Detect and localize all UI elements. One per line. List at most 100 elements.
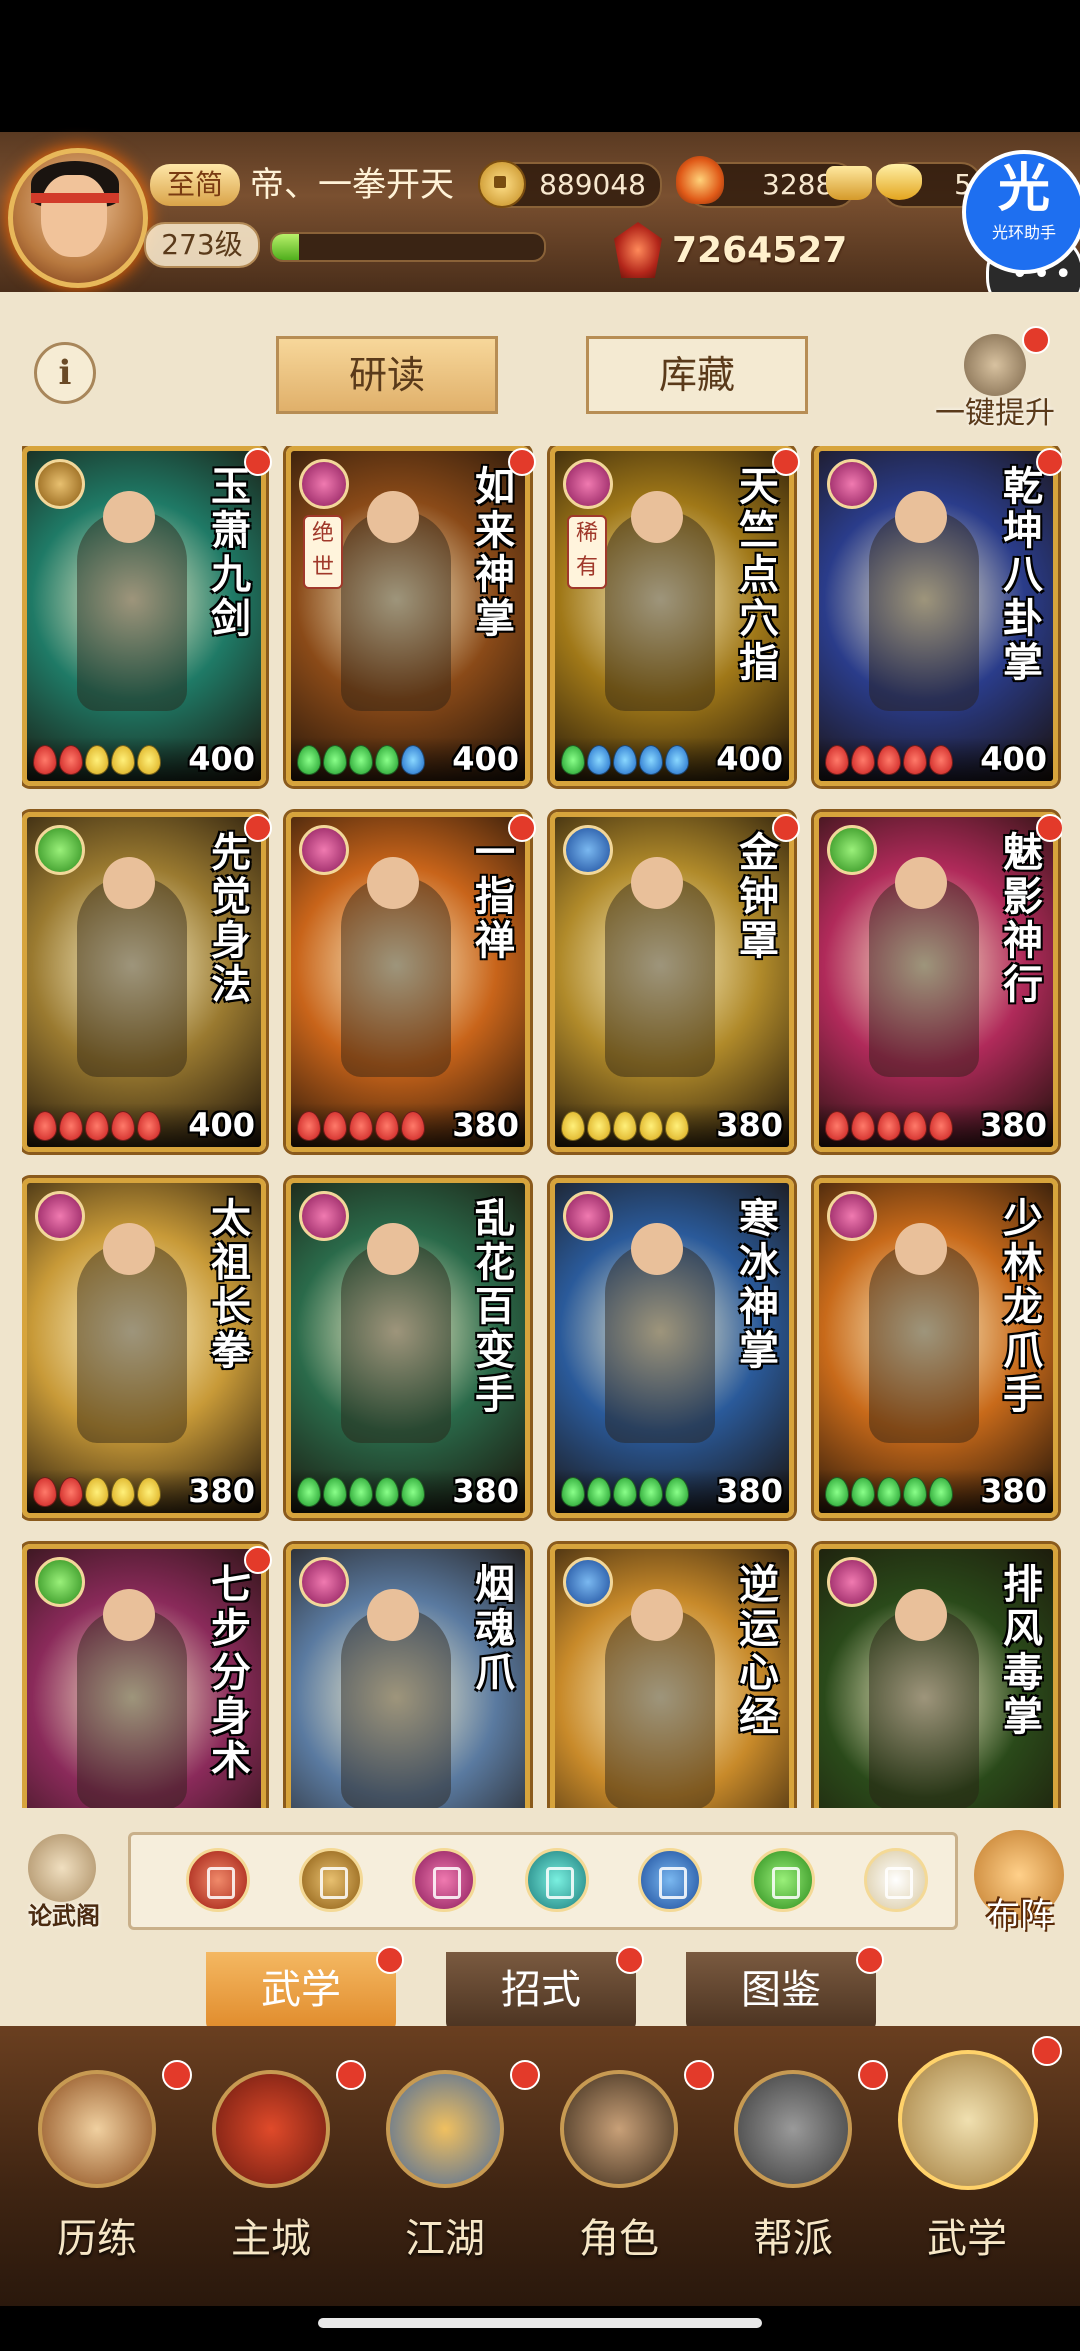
- skill-card[interactable]: 烟魂爪: [286, 1544, 530, 1808]
- bead-icon: [401, 1111, 425, 1141]
- bead-icon: [297, 745, 321, 775]
- notification-dot: [1032, 2036, 1062, 2066]
- skill-card-grid: 玉萧九剑 400 绝世 如来神掌 400 稀有 天竺点穴指 400 乾坤八卦掌 400 先觉身法 40…: [22, 446, 1062, 1808]
- nav-label: 江湖: [405, 2216, 485, 2262]
- bead-row: [825, 1111, 955, 1141]
- notification-dot: [336, 2060, 366, 2090]
- nav-item-6[interactable]: 武学: [892, 2050, 1042, 2280]
- nav-icon: [386, 2070, 504, 2188]
- lunwu-pavilion-button[interactable]: 论武阁: [14, 1834, 110, 1934]
- rarity-tag: 稀有: [567, 515, 607, 589]
- skill-card[interactable]: 稀有 天竺点穴指 400: [550, 446, 794, 786]
- skill-value: 380: [980, 1472, 1047, 1510]
- skill-title: 玉萧九剑: [211, 463, 251, 642]
- notification-dot: [1036, 448, 1062, 476]
- bead-icon: [111, 1477, 135, 1507]
- sub-tab-2[interactable]: 招式: [446, 1952, 636, 2032]
- skill-card[interactable]: 魅影神行 380: [814, 812, 1058, 1152]
- info-button[interactable]: i: [34, 342, 96, 404]
- skill-card[interactable]: 绝世 如来神掌 400: [286, 446, 530, 786]
- skill-card[interactable]: 玉萧九剑 400: [22, 446, 266, 786]
- gold-class-icon: [35, 459, 85, 509]
- red-filter-icon[interactable]: [186, 1848, 250, 1912]
- skill-value: 380: [716, 1106, 783, 1144]
- up-filter-icon[interactable]: [864, 1848, 928, 1912]
- notification-dot: [244, 448, 272, 476]
- nav-item-1[interactable]: 历练: [22, 2070, 172, 2280]
- blue-class-icon: [563, 825, 613, 875]
- pink-filter-icon[interactable]: [412, 1848, 476, 1912]
- nav-label: 历练: [57, 2216, 137, 2262]
- teal-filter-icon[interactable]: [525, 1848, 589, 1912]
- green-filter-icon[interactable]: [751, 1848, 815, 1912]
- skill-card[interactable]: 七步分身术: [22, 1544, 266, 1808]
- notification-dot: [684, 2060, 714, 2090]
- formation-button[interactable]: 布阵: [966, 1830, 1074, 1938]
- assistant-button[interactable]: 光 光环助手: [962, 150, 1080, 274]
- tab-study[interactable]: 研读: [276, 336, 498, 414]
- skill-title: 七步分身术: [211, 1561, 251, 1784]
- nav-item-3[interactable]: 江湖: [370, 2070, 520, 2280]
- top-header: [0, 132, 1080, 292]
- bead-icon: [877, 1111, 901, 1141]
- blue-class-icon: [563, 1557, 613, 1607]
- skill-card[interactable]: 乱花百变手 380: [286, 1178, 530, 1518]
- blue-filter-icon[interactable]: [638, 1848, 702, 1912]
- sub-tab-3[interactable]: 图鉴: [686, 1952, 876, 2032]
- bead-icon: [323, 1111, 347, 1141]
- skill-card[interactable]: 寒冰神掌 380: [550, 1178, 794, 1518]
- character-head: [367, 1223, 419, 1275]
- bead-icon: [929, 745, 953, 775]
- skill-card[interactable]: 少林龙爪手 380: [814, 1178, 1058, 1518]
- skill-value: 400: [188, 740, 255, 778]
- skill-title: 排风毒掌: [1003, 1561, 1043, 1740]
- goldbar-icon: [826, 166, 872, 200]
- assistant-logo: 光: [997, 159, 1050, 219]
- pink-class-icon: [299, 825, 349, 875]
- lunwu-label: 论武阁: [28, 1902, 100, 1930]
- pink-class-icon: [299, 1557, 349, 1607]
- skill-card[interactable]: 先觉身法 400: [22, 812, 266, 1152]
- bead-icon: [59, 745, 83, 775]
- skill-card[interactable]: 逆运心经: [550, 1544, 794, 1808]
- nav-item-4[interactable]: 角色: [544, 2070, 694, 2280]
- bead-row: [297, 1477, 427, 1507]
- gold-filter-icon[interactable]: [299, 1848, 363, 1912]
- skill-title: 太祖长拳: [211, 1195, 251, 1374]
- bead-icon: [33, 745, 57, 775]
- bead-icon: [561, 1477, 585, 1507]
- bead-icon: [375, 745, 399, 775]
- skill-card[interactable]: 金钟罩 380: [550, 812, 794, 1152]
- skill-card[interactable]: 太祖长拳 380: [22, 1178, 266, 1518]
- player-avatar[interactable]: [8, 148, 148, 288]
- skill-title: 逆运心经: [739, 1561, 779, 1740]
- tab-storage[interactable]: 库藏: [586, 336, 808, 414]
- nav-item-2[interactable]: 主城: [196, 2070, 346, 2280]
- bead-row: [825, 1477, 955, 1507]
- character-head: [631, 1223, 683, 1275]
- bead-icon: [851, 745, 875, 775]
- upgrade-all-label: 一键提升: [935, 396, 1055, 431]
- bead-icon: [613, 1111, 637, 1141]
- skill-title: 金钟罩: [739, 829, 779, 964]
- skill-card[interactable]: 乾坤八卦掌 400: [814, 446, 1058, 786]
- skill-title: 乱花百变手: [475, 1195, 515, 1418]
- nav-label: 武学: [927, 2216, 1007, 2262]
- character-head: [895, 1589, 947, 1641]
- skill-card[interactable]: 一指禅 380: [286, 812, 530, 1152]
- character-head: [631, 1589, 683, 1641]
- notification-dot: [772, 814, 800, 842]
- green-class-icon: [35, 1557, 85, 1607]
- notification-dot: [772, 448, 800, 476]
- bead-icon: [903, 1477, 927, 1507]
- notification-dot: [244, 1546, 272, 1574]
- skill-title: 先觉身法: [211, 829, 251, 1008]
- pink-class-icon: [827, 1191, 877, 1241]
- bead-icon: [297, 1477, 321, 1507]
- character-head: [103, 1223, 155, 1275]
- character-head: [367, 1589, 419, 1641]
- bead-icon: [59, 1111, 83, 1141]
- sub-tab-1[interactable]: 武学: [206, 1952, 396, 2032]
- nav-item-5[interactable]: 帮派: [718, 2070, 868, 2280]
- skill-card[interactable]: 排风毒掌: [814, 1544, 1058, 1808]
